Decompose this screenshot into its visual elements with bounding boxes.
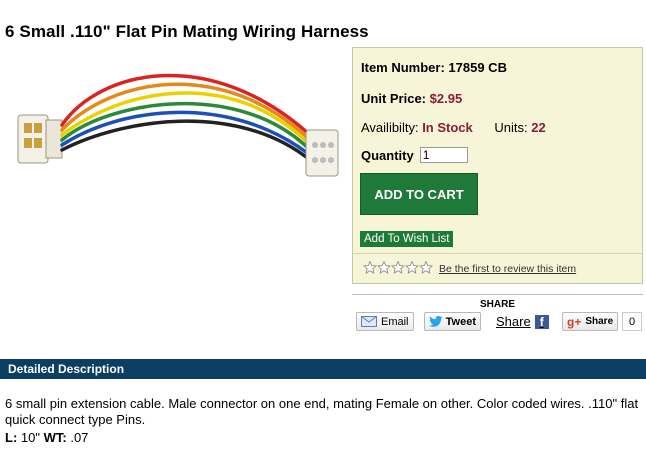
product-image	[17, 73, 339, 177]
email-label: Email	[381, 315, 409, 328]
right-connector	[305, 129, 339, 177]
rating-stars[interactable]	[363, 261, 433, 274]
unit-price-value: $2.95	[429, 91, 463, 106]
star-empty-icon	[391, 261, 405, 274]
units-label: Units:	[494, 120, 528, 135]
weight-label: WT:	[43, 430, 67, 445]
email-share-button[interactable]: Email	[356, 312, 414, 331]
google-plus-share-button[interactable]: g+ Share	[562, 312, 618, 331]
star-empty-icon	[377, 261, 391, 274]
item-number-label: Item Number:	[361, 60, 445, 75]
share-section: SHARE Email Tweet Share f g+ Share 0	[352, 294, 643, 339]
quantity-label: Quantity	[361, 147, 414, 163]
quantity-row: Quantity	[361, 147, 468, 163]
left-connector	[17, 114, 63, 164]
weight-value: .07	[70, 430, 89, 445]
availability-value: In Stock	[422, 120, 473, 135]
availability-row: Availibilty: In Stock Units: 22	[361, 120, 546, 135]
twitter-bird-icon	[429, 316, 443, 327]
star-empty-icon	[419, 261, 433, 274]
dimensions: L: 10" WT: .07	[5, 430, 88, 445]
item-number-value: 17859 CB	[448, 60, 507, 75]
detailed-description-header: Detailed Description	[0, 359, 646, 379]
length-label: L:	[5, 430, 18, 445]
facebook-share-link[interactable]: Share f	[496, 314, 549, 329]
tweet-button[interactable]: Tweet	[424, 312, 481, 331]
facebook-share-label: Share	[496, 314, 531, 329]
units-value: 22	[531, 120, 546, 135]
page-title: 6 Small .110" Flat Pin Mating Wiring Har…	[5, 22, 369, 41]
availability-label: Availibilty:	[361, 120, 419, 135]
tweet-label: Tweet	[445, 315, 476, 328]
google-plus-count: 0	[622, 312, 642, 331]
description-text: 6 small pin extension cable. Male connec…	[5, 396, 639, 427]
item-number-row: Item Number: 17859 CB	[361, 60, 507, 75]
add-to-wish-list-button[interactable]: Add To Wish List	[360, 231, 454, 247]
envelope-icon	[361, 316, 377, 327]
unit-price-label: Unit Price:	[361, 91, 427, 106]
purchase-panel: Item Number: 17859 CB Unit Price: $2.95 …	[352, 47, 643, 284]
star-empty-icon	[363, 261, 377, 274]
share-title: SHARE	[479, 299, 515, 310]
quantity-input[interactable]	[419, 147, 468, 163]
divider	[353, 253, 642, 254]
star-empty-icon	[405, 261, 419, 274]
unit-price-row: Unit Price: $2.95	[361, 91, 462, 106]
google-plus-icon: g+	[567, 314, 582, 329]
length-value: 10"	[20, 430, 40, 445]
first-review-link[interactable]: Be the first to review this item	[439, 263, 576, 275]
google-plus-label: Share	[585, 316, 614, 327]
facebook-icon: f	[534, 314, 549, 329]
add-to-cart-button[interactable]: ADD TO CART	[360, 173, 478, 215]
